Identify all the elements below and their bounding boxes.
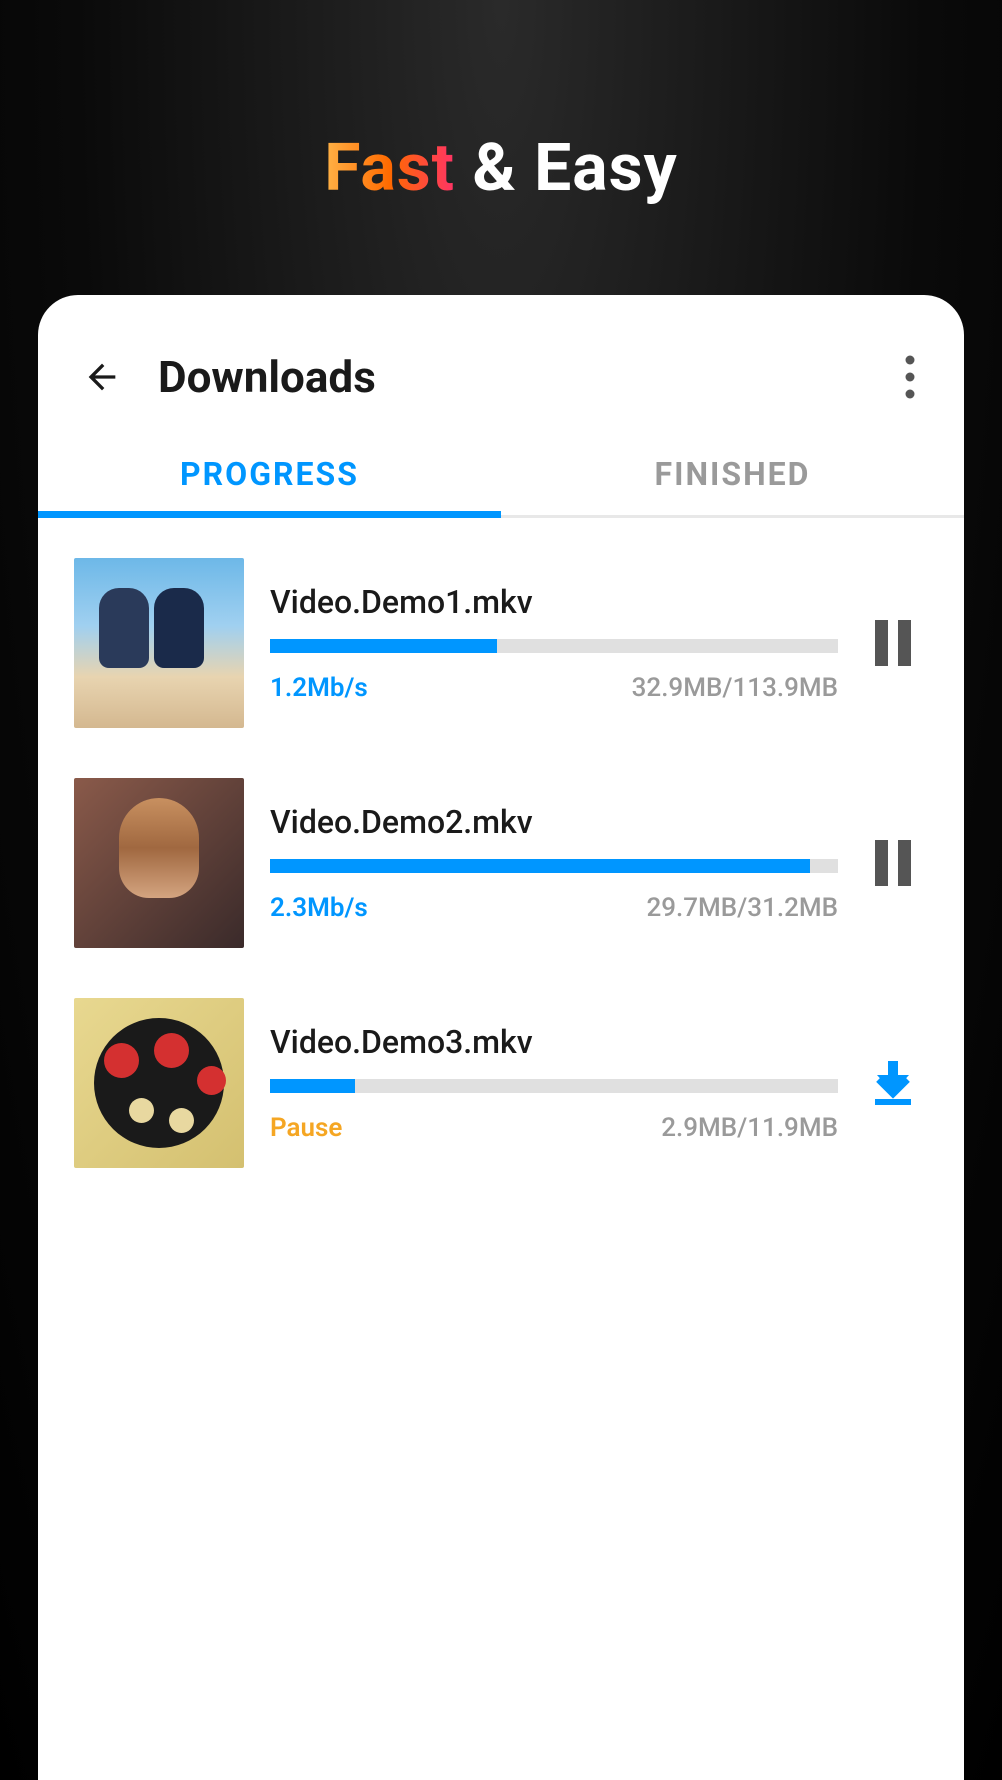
download-icon	[869, 1059, 917, 1107]
video-thumbnail[interactable]	[74, 558, 244, 728]
download-stats: 2.3Mb/s 29.7MB/31.2MB	[270, 893, 838, 923]
resume-download-button[interactable]	[858, 1059, 928, 1107]
progress-fill	[270, 859, 810, 873]
download-speed: 1.2Mb/s	[270, 673, 368, 703]
download-info: Video.Demo1.mkv 1.2Mb/s 32.9MB/113.9MB	[270, 583, 838, 703]
video-thumbnail[interactable]	[74, 998, 244, 1168]
more-vertical-icon	[905, 355, 915, 399]
tab-bar: PROGRESS FINISHED	[38, 433, 964, 518]
more-menu-button[interactable]	[886, 353, 934, 401]
pause-icon	[875, 840, 911, 886]
app-header: Downloads	[38, 335, 964, 433]
hero-word-fast: Fast	[324, 130, 455, 207]
progress-fill	[270, 1079, 355, 1093]
hero-tagline: Fast & Easy	[0, 0, 1002, 207]
download-size: 2.9MB/11.9MB	[661, 1113, 838, 1143]
tab-indicator	[38, 511, 501, 518]
filename: Video.Demo1.mkv	[270, 583, 838, 621]
progress-bar	[270, 1079, 838, 1093]
progress-fill	[270, 639, 497, 653]
arrow-left-icon	[82, 357, 122, 397]
progress-bar	[270, 859, 838, 873]
download-stats: 1.2Mb/s 32.9MB/113.9MB	[270, 673, 838, 703]
pause-button[interactable]	[858, 620, 928, 666]
download-info: Video.Demo3.mkv Pause 2.9MB/11.9MB	[270, 1023, 838, 1143]
download-item: Video.Demo3.mkv Pause 2.9MB/11.9MB	[74, 998, 928, 1168]
download-item: Video.Demo1.mkv 1.2Mb/s 32.9MB/113.9MB	[74, 558, 928, 728]
download-list: Video.Demo1.mkv 1.2Mb/s 32.9MB/113.9MB	[38, 518, 964, 1168]
download-info: Video.Demo2.mkv 2.3Mb/s 29.7MB/31.2MB	[270, 803, 838, 923]
download-status: Pause	[270, 1113, 342, 1143]
progress-bar	[270, 639, 838, 653]
download-size: 32.9MB/113.9MB	[632, 673, 838, 703]
filename: Video.Demo2.mkv	[270, 803, 838, 841]
video-thumbnail[interactable]	[74, 778, 244, 948]
download-stats: Pause 2.9MB/11.9MB	[270, 1113, 838, 1143]
download-size: 29.7MB/31.2MB	[646, 893, 838, 923]
page-title: Downloads	[158, 351, 886, 403]
back-button[interactable]	[78, 353, 126, 401]
app-screen: Downloads PROGRESS FINISHED Video.Demo1.…	[38, 295, 964, 1780]
pause-icon	[875, 620, 911, 666]
pause-button[interactable]	[858, 840, 928, 886]
filename: Video.Demo3.mkv	[270, 1023, 838, 1061]
download-speed: 2.3Mb/s	[270, 893, 368, 923]
download-item: Video.Demo2.mkv 2.3Mb/s 29.7MB/31.2MB	[74, 778, 928, 948]
tab-progress[interactable]: PROGRESS	[38, 433, 501, 515]
hero-word-easy: & Easy	[455, 130, 678, 207]
tab-finished[interactable]: FINISHED	[501, 433, 964, 515]
